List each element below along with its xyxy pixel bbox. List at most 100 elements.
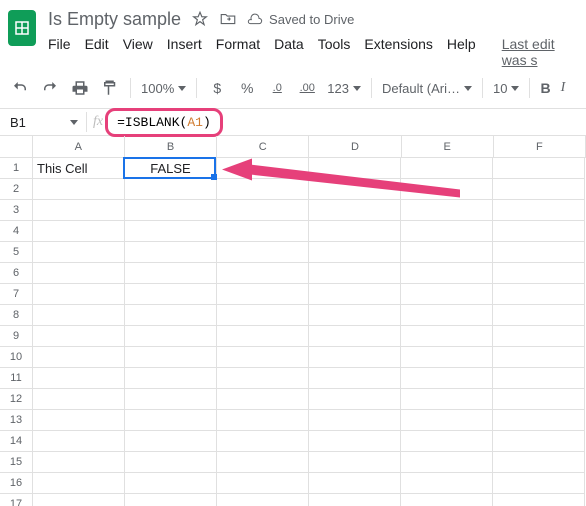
sheets-logo[interactable] — [8, 10, 36, 46]
cell[interactable] — [217, 326, 309, 347]
cell[interactable] — [125, 431, 217, 452]
cell[interactable] — [125, 368, 217, 389]
cell[interactable] — [401, 158, 493, 179]
cell[interactable] — [125, 200, 217, 221]
last-edit-link[interactable]: Last edit was s — [502, 36, 578, 68]
cell[interactable] — [401, 410, 493, 431]
cell[interactable] — [309, 221, 401, 242]
row-header[interactable]: 5 — [0, 242, 33, 263]
cell[interactable] — [33, 431, 125, 452]
cell[interactable]: FALSE — [125, 158, 217, 179]
cell[interactable] — [493, 221, 585, 242]
menu-insert[interactable]: Insert — [167, 36, 202, 68]
cell[interactable] — [309, 284, 401, 305]
cell[interactable] — [217, 284, 309, 305]
cell[interactable] — [33, 305, 125, 326]
cell[interactable] — [217, 179, 309, 200]
row-header[interactable]: 14 — [0, 431, 33, 452]
cell[interactable] — [309, 452, 401, 473]
cell[interactable] — [493, 410, 585, 431]
cell[interactable] — [493, 242, 585, 263]
cell[interactable] — [493, 179, 585, 200]
cell[interactable] — [217, 263, 309, 284]
cell[interactable] — [401, 326, 493, 347]
menu-tools[interactable]: Tools — [318, 36, 351, 68]
menu-view[interactable]: View — [123, 36, 153, 68]
menu-format[interactable]: Format — [216, 36, 260, 68]
menu-data[interactable]: Data — [274, 36, 304, 68]
cell[interactable] — [493, 200, 585, 221]
column-header[interactable]: C — [217, 136, 309, 158]
cell[interactable] — [309, 494, 401, 506]
cell[interactable] — [125, 179, 217, 200]
row-header[interactable]: 7 — [0, 284, 33, 305]
column-header[interactable]: D — [309, 136, 401, 158]
cell[interactable] — [309, 347, 401, 368]
cell[interactable] — [401, 452, 493, 473]
paint-format-icon[interactable] — [100, 78, 120, 98]
cell[interactable] — [401, 431, 493, 452]
cell[interactable] — [309, 410, 401, 431]
row-header[interactable]: 6 — [0, 263, 33, 284]
increase-decimal-button[interactable]: .00 — [297, 78, 317, 98]
cell[interactable] — [493, 347, 585, 368]
cell[interactable] — [309, 242, 401, 263]
row-header[interactable]: 8 — [0, 305, 33, 326]
cell[interactable] — [33, 389, 125, 410]
menu-help[interactable]: Help — [447, 36, 476, 68]
cell[interactable] — [401, 494, 493, 506]
cell[interactable] — [309, 473, 401, 494]
font-selector[interactable]: Default (Ari… — [382, 81, 472, 96]
cell[interactable] — [33, 347, 125, 368]
cell[interactable] — [493, 368, 585, 389]
cell[interactable] — [493, 305, 585, 326]
row-header[interactable]: 4 — [0, 221, 33, 242]
row-header[interactable]: 12 — [0, 389, 33, 410]
cell[interactable] — [125, 242, 217, 263]
cell[interactable] — [493, 389, 585, 410]
row-header[interactable]: 11 — [0, 368, 33, 389]
cell[interactable] — [493, 431, 585, 452]
cell[interactable] — [125, 410, 217, 431]
cell[interactable] — [217, 368, 309, 389]
star-icon[interactable] — [191, 10, 209, 28]
cell[interactable] — [401, 473, 493, 494]
cell[interactable] — [217, 452, 309, 473]
column-header[interactable]: F — [494, 136, 586, 158]
bold-button[interactable]: B — [540, 80, 550, 96]
cell[interactable] — [125, 263, 217, 284]
cell[interactable] — [33, 179, 125, 200]
name-box[interactable]: B1 — [0, 115, 86, 130]
zoom-selector[interactable]: 100% — [141, 81, 186, 96]
cell[interactable] — [309, 305, 401, 326]
column-header[interactable]: A — [33, 136, 125, 158]
cell[interactable] — [401, 305, 493, 326]
cell[interactable] — [309, 368, 401, 389]
cell[interactable] — [125, 452, 217, 473]
cell[interactable] — [217, 158, 309, 179]
row-header[interactable]: 9 — [0, 326, 33, 347]
cell[interactable] — [401, 221, 493, 242]
menu-file[interactable]: File — [48, 36, 71, 68]
italic-button[interactable]: I — [561, 80, 566, 96]
cell[interactable] — [125, 284, 217, 305]
move-folder-icon[interactable] — [219, 10, 237, 28]
cell[interactable] — [33, 410, 125, 431]
percent-button[interactable]: % — [237, 78, 257, 98]
undo-icon[interactable] — [10, 78, 30, 98]
cell[interactable] — [309, 263, 401, 284]
cell[interactable] — [401, 368, 493, 389]
number-format-selector[interactable]: 123 — [327, 81, 361, 96]
row-header[interactable]: 10 — [0, 347, 33, 368]
cell[interactable] — [33, 221, 125, 242]
cell[interactable] — [217, 389, 309, 410]
select-all-corner[interactable] — [0, 136, 33, 158]
font-size-selector[interactable]: 10 — [493, 81, 519, 96]
cell[interactable] — [125, 473, 217, 494]
cell[interactable] — [493, 494, 585, 506]
cell[interactable] — [125, 347, 217, 368]
cell[interactable] — [33, 452, 125, 473]
cell[interactable] — [125, 305, 217, 326]
cell[interactable] — [33, 284, 125, 305]
cell[interactable] — [493, 263, 585, 284]
